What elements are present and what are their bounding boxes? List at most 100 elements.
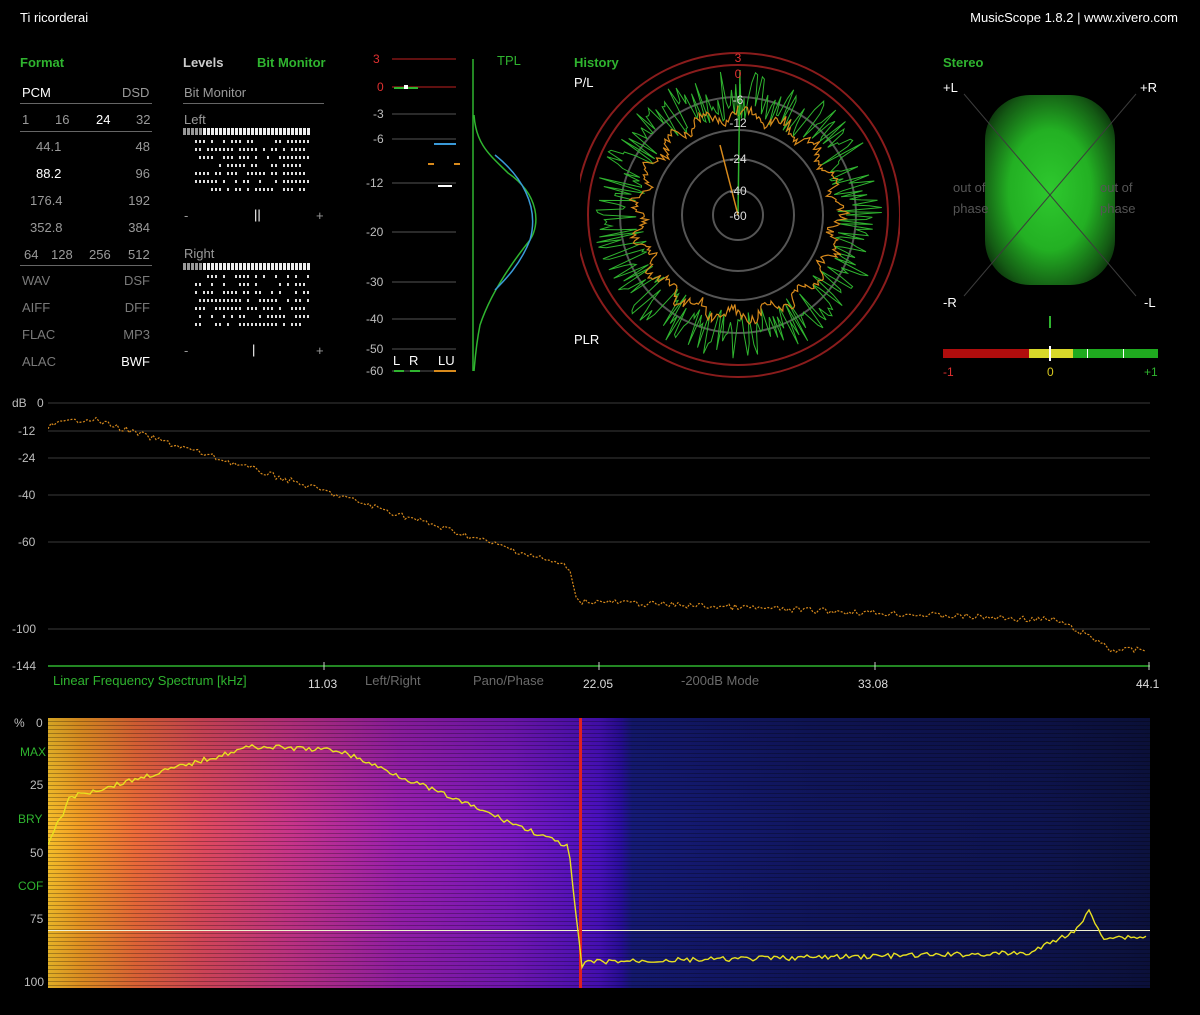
- dsd-64: 64: [24, 247, 39, 262]
- spectrogram-view: [48, 718, 1150, 988]
- file-aiff: AIFF: [22, 300, 51, 315]
- spectrum-y-m100: -100: [12, 622, 37, 636]
- history-ring-m6: -6: [733, 93, 744, 107]
- history-ring-0: 0: [735, 67, 742, 81]
- dsd-256: 256: [89, 247, 111, 262]
- rate-192: 192: [128, 193, 150, 208]
- tpl-scale-0: 0: [377, 80, 384, 94]
- spectrum-y-0: 0: [37, 396, 44, 410]
- bit-monitor-right-plus: +: [316, 343, 324, 358]
- tab-bit-monitor[interactable]: Bit Monitor: [257, 55, 326, 70]
- spectrum-unit: dB: [12, 396, 27, 410]
- history-ring-3: 3: [735, 51, 742, 65]
- tpl-scale-3: 3: [373, 52, 380, 66]
- rate-96: 96: [135, 166, 150, 181]
- spectrogram-unit: %: [14, 716, 25, 730]
- spectrum-x-33: 33.08: [858, 677, 889, 691]
- history-ring-m60: -60: [729, 209, 747, 223]
- tab-levels[interactable]: Levels: [183, 55, 223, 70]
- tpl-channel-l: L: [393, 353, 401, 368]
- rate-176-4: 176.4: [30, 193, 63, 208]
- corr-label-minus1: -1: [943, 365, 954, 379]
- dsd-512: 512: [128, 247, 150, 262]
- history-ring-m40: -40: [729, 184, 747, 198]
- bit-depth-24: 24: [96, 112, 111, 127]
- spectrum-y-m144: -144: [12, 659, 37, 673]
- spectrogram-y-100: 100: [24, 975, 45, 989]
- file-flac: FLAC: [22, 327, 56, 342]
- file-dsf: DSF: [124, 273, 150, 288]
- spectrum-y-m12: -12: [18, 424, 36, 438]
- spectrogram-y-0: 0: [36, 716, 43, 730]
- format-heading: Format: [20, 55, 65, 70]
- spectrum-plot: [48, 402, 1150, 670]
- bit-monitor-title: Bit Monitor: [184, 85, 247, 100]
- stereo-heading[interactable]: Stereo: [943, 55, 983, 70]
- tpl-scale-m12: -12: [366, 176, 384, 190]
- tpl-channel-r: R: [409, 353, 419, 368]
- rate-384: 384: [128, 220, 150, 235]
- pcm-label[interactable]: PCM: [22, 85, 51, 100]
- tpl-scale-m40: -40: [366, 312, 384, 326]
- stereo-plus-l: +L: [943, 80, 958, 95]
- spectrum-x-44: 44.1: [1136, 677, 1160, 691]
- spectrogram-y-75: 75: [30, 912, 44, 926]
- bit-monitor-left-marker: ||: [254, 207, 261, 222]
- correlation-meter: [943, 346, 1158, 361]
- app-credit: MusicScope 1.8.2 | www.xivero.com: [970, 10, 1178, 25]
- rate-88-2: 88.2: [36, 166, 62, 181]
- rate-352-8: 352.8: [30, 220, 63, 235]
- tpl-scale-m20: -20: [366, 225, 384, 239]
- bit-depth-16: 16: [55, 112, 70, 127]
- tpl-scale-m3: -3: [373, 107, 384, 121]
- stereo-minus-r: -R: [943, 295, 957, 310]
- rate-44-1: 44.1: [36, 139, 62, 154]
- bit-monitor-right-grid: [183, 263, 310, 326]
- dsd-128: 128: [51, 247, 73, 262]
- file-wav: WAV: [22, 273, 51, 288]
- bit-depth-32: 32: [136, 112, 151, 127]
- file-mp3: MP3: [123, 327, 150, 342]
- spectrum-x-22: 22.05: [583, 677, 614, 691]
- stereo-out-of-phase-right: out of phase: [1100, 180, 1136, 216]
- history-radar: 3 0 -6 -12 -24 -40 -60: [580, 51, 900, 378]
- spectrum-mode-label[interactable]: Linear Frequency Spectrum [kHz]: [53, 673, 247, 688]
- bit-monitor-left-grid: [183, 128, 310, 191]
- bit-monitor-left-label: Left: [184, 112, 206, 127]
- tpl-channel-lu: LU: [438, 353, 455, 368]
- track-title: Ti ricorderai: [20, 10, 89, 25]
- marker-bry: BRY: [18, 812, 43, 826]
- rate-48: 48: [135, 139, 150, 154]
- tpl-scale-m30: -30: [366, 275, 384, 289]
- stereo-plus-r: +R: [1140, 80, 1157, 95]
- mode-pano-phase[interactable]: Pano/Phase: [473, 673, 544, 688]
- bit-monitor-left-minus: -: [184, 208, 189, 223]
- marker-max: MAX: [20, 745, 47, 759]
- bit-monitor-left-plus: +: [316, 208, 324, 223]
- tpl-scale-m60: -60: [366, 364, 384, 378]
- spectrum-y-m60: -60: [18, 535, 36, 549]
- stereo-out-of-phase-left: out of phase: [953, 180, 989, 216]
- corr-label-plus1: +1: [1144, 365, 1158, 379]
- history-ring-m12: -12: [729, 116, 747, 130]
- spectrum-x-11: 11.03: [308, 677, 338, 691]
- stereo-balance-marker: [1049, 316, 1051, 328]
- tpl-scale-m50: -50: [366, 342, 384, 356]
- spectrogram-y-50: 50: [30, 846, 44, 860]
- bit-depth-1: 1: [22, 112, 30, 127]
- bit-monitor-right-label: Right: [184, 246, 215, 261]
- mode-200db[interactable]: -200dB Mode: [681, 673, 759, 688]
- dsd-label[interactable]: DSD: [122, 85, 149, 100]
- stereo-minus-l: -L: [1144, 295, 1156, 310]
- bit-monitor-right-minus: -: [184, 343, 189, 358]
- marker-cof: COF: [18, 879, 44, 893]
- corr-label-0: 0: [1047, 365, 1054, 379]
- file-alac: ALAC: [22, 354, 56, 369]
- bit-monitor-right-marker: |: [252, 342, 256, 357]
- file-dff: DFF: [124, 300, 150, 315]
- spectrogram-y-25: 25: [30, 778, 44, 792]
- history-ring-m24: -24: [729, 152, 747, 166]
- spectrum-y-m24: -24: [18, 451, 36, 465]
- mode-left-right[interactable]: Left/Right: [365, 673, 421, 688]
- spectrum-y-m40: -40: [18, 488, 36, 502]
